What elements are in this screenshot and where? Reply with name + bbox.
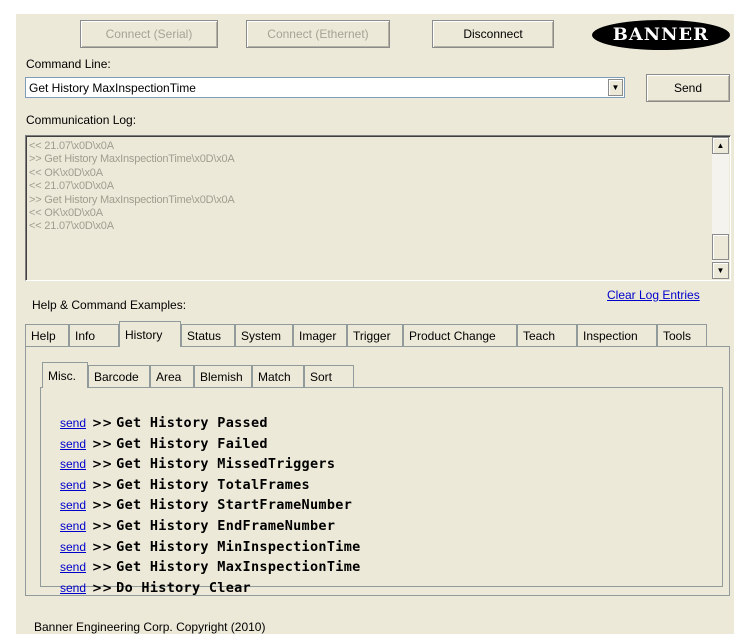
log-line: << OK\x0D\x0A	[29, 166, 103, 179]
arrow-separator: >>	[92, 560, 113, 575]
clear-log-link[interactable]: Clear Log Entries	[607, 288, 700, 302]
banner-logo: BANNER	[592, 20, 730, 50]
log-line: >> Get History MaxInspectionTime\x0D\x0A	[29, 153, 235, 166]
log-line: << 21.07\x0D\x0A	[29, 180, 114, 193]
send-link[interactable]: send	[60, 457, 86, 471]
log-line: << 21.07\x0D\x0A	[29, 140, 114, 152]
tab-tools[interactable]: Tools	[657, 324, 707, 346]
tab-help[interactable]: Help	[25, 324, 69, 346]
connect-ethernet-button[interactable]: Connect (Ethernet)	[246, 20, 390, 48]
subtab-barcode[interactable]: Barcode	[88, 365, 150, 387]
log-line: << 21.07\x0D\x0A	[29, 220, 114, 233]
arrow-separator: >>	[92, 498, 113, 513]
communication-log-label: Communication Log:	[26, 113, 137, 127]
communication-log[interactable]: << 21.07\x0D\x0A >> Get History MaxInspec…	[25, 135, 731, 281]
arrow-separator: >>	[92, 519, 113, 533]
help-tab-panel: Misc. Barcode Area Blemish Match Sort send >> G…	[25, 346, 730, 596]
command-example-row: send >> Get History Passed	[60, 415, 268, 431]
arrow-separator: >>	[92, 539, 113, 554]
send-link[interactable]: send	[60, 416, 86, 430]
command-example-row: send >> Get History StartFrameNumber	[60, 497, 352, 513]
tab-trigger[interactable]: Trigger	[347, 324, 403, 346]
connect-serial-button[interactable]: Connect (Serial)	[80, 20, 218, 48]
log-scrollbar[interactable]: ▲ ▼	[712, 137, 729, 279]
tab-history[interactable]: History	[119, 321, 181, 347]
arrow-separator: >>	[92, 436, 113, 451]
send-link[interactable]: send	[60, 540, 86, 554]
send-link[interactable]: send	[60, 437, 86, 451]
arrow-separator: >>	[92, 457, 113, 472]
command-text: Get History StartFrameNumber	[116, 497, 353, 514]
tab-info[interactable]: Info	[69, 324, 119, 346]
command-text: Get History MinInspectionTime	[116, 538, 361, 555]
tab-product-change[interactable]: Product Change	[403, 324, 517, 346]
command-text: Do History Clear	[116, 579, 251, 596]
subtab-blemish[interactable]: Blemish	[194, 365, 252, 387]
app-window: Connect (Serial) Connect (Ethernet) Disc…	[16, 14, 734, 634]
send-link[interactable]: send	[60, 478, 86, 492]
command-line-combobox[interactable]: Get History MaxInspectionTime ▼	[25, 77, 625, 98]
subtab-match[interactable]: Match	[252, 365, 304, 387]
command-example-row: send >> Get History Failed	[60, 436, 268, 452]
log-line: >> Get History MaxInspectionTime\x0D\x0A	[29, 193, 235, 206]
arrow-separator: >>	[92, 477, 113, 492]
log-lines: << 21.07\x0D\x0A >> Get History MaxInspec…	[29, 140, 235, 234]
command-text: Get History EndFrameNumber	[116, 518, 336, 534]
send-link[interactable]: send	[60, 581, 86, 595]
dropdown-arrow-icon[interactable]: ▼	[608, 79, 623, 96]
send-button[interactable]: Send	[646, 74, 730, 102]
command-example-row: send >> Get History MinInspectionTime	[60, 539, 361, 555]
subtab-sort[interactable]: Sort	[304, 365, 354, 387]
arrow-separator: >>	[92, 416, 113, 430]
command-example-row: send >> Get History TotalFrames	[60, 477, 310, 493]
send-link[interactable]: send	[60, 560, 86, 574]
command-example-row: send >> Get History EndFrameNumber	[60, 518, 335, 534]
command-example-row: send >> Get History MissedTriggers	[60, 456, 335, 472]
command-line-value[interactable]: Get History MaxInspectionTime	[29, 81, 196, 95]
tab-status[interactable]: Status	[181, 324, 235, 346]
tab-teach[interactable]: Teach	[517, 324, 577, 346]
subtab-area[interactable]: Area	[150, 365, 194, 387]
tab-system[interactable]: System	[235, 324, 293, 346]
help-section-label: Help & Command Examples:	[32, 298, 187, 312]
command-text: Get History TotalFrames	[116, 476, 310, 493]
arrow-separator: >>	[92, 580, 113, 595]
log-line: << OK\x0D\x0A	[29, 207, 103, 220]
send-link[interactable]: send	[60, 519, 86, 533]
command-line-label: Command Line:	[26, 57, 111, 71]
disconnect-button[interactable]: Disconnect	[432, 20, 554, 48]
scroll-thumb[interactable]	[712, 234, 729, 260]
subtab-misc[interactable]: Misc.	[42, 362, 88, 388]
tab-imager[interactable]: Imager	[293, 324, 347, 346]
copyright-text: Banner Engineering Corp. Copyright (2010…	[34, 620, 266, 634]
send-link[interactable]: send	[60, 498, 86, 512]
scroll-down-icon[interactable]: ▼	[712, 262, 729, 279]
scroll-up-icon[interactable]: ▲	[712, 137, 729, 154]
command-text: Get History MaxInspectionTime	[116, 559, 361, 576]
command-text: Get History Failed	[116, 435, 268, 452]
command-example-row: send >> Do History Clear	[60, 580, 251, 596]
command-example-row: send >> Get History MaxInspectionTime	[60, 559, 361, 575]
tab-inspection[interactable]: Inspection	[577, 324, 657, 346]
logo-text: BANNER	[612, 25, 710, 45]
command-text: Get History MissedTriggers	[116, 456, 336, 473]
command-text: Get History Passed	[116, 415, 268, 431]
